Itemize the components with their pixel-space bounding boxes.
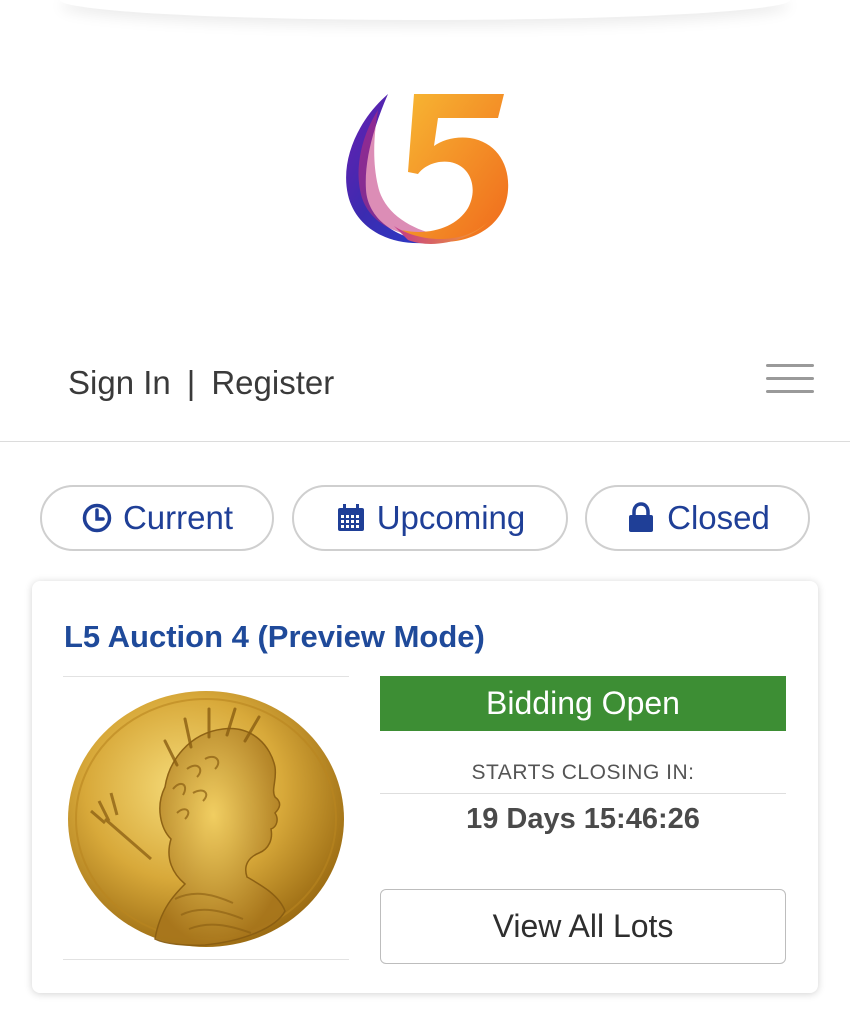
auction-image-frame[interactable] xyxy=(63,676,349,960)
tab-current[interactable]: Current xyxy=(40,485,274,551)
auth-links: Sign In | Register xyxy=(68,364,334,402)
gold-coin-image xyxy=(68,691,344,947)
register-link[interactable]: Register xyxy=(211,364,334,402)
tab-closed-label: Closed xyxy=(667,499,770,536)
tab-upcoming[interactable]: Upcoming xyxy=(292,485,568,551)
tab-current-label: Current xyxy=(122,499,234,536)
status-badge: Bidding Open xyxy=(380,676,786,731)
top-bar-shadow xyxy=(60,0,790,20)
auth-separator: | xyxy=(186,364,196,401)
sign-in-link[interactable]: Sign In xyxy=(68,364,171,402)
lock-icon xyxy=(629,502,654,532)
hamburger-icon[interactable] xyxy=(766,364,814,398)
clock-icon xyxy=(82,503,112,533)
tab-upcoming-label: Upcoming xyxy=(376,499,526,536)
view-all-lots-button[interactable]: View All Lots xyxy=(380,889,786,964)
auction-filter-tabs: Current Upcoming Closed xyxy=(40,485,810,551)
calendar-icon xyxy=(337,504,364,531)
tab-closed[interactable]: Closed xyxy=(585,485,810,551)
auth-bar: Sign In | Register xyxy=(0,340,850,442)
l5-logo[interactable] xyxy=(338,90,514,250)
auction-title[interactable]: L5 Auction 4 (Preview Mode) xyxy=(64,619,485,655)
closing-label: STARTS CLOSING IN: xyxy=(380,761,786,794)
countdown-timer: 19 Days 15:46:26 xyxy=(466,803,700,835)
auction-card: L5 Auction 4 (Preview Mode) Bidding Open… xyxy=(32,581,818,993)
